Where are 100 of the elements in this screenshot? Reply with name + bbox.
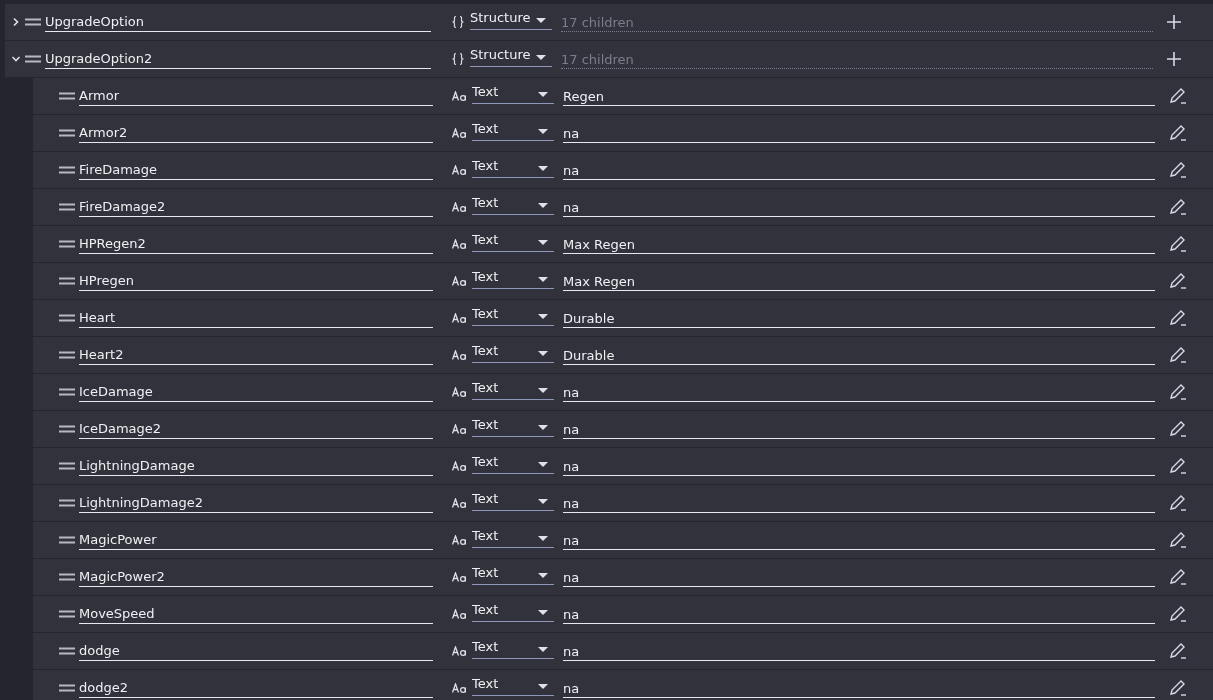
drag-handle-icon[interactable] — [59, 425, 75, 433]
value-field[interactable]: na — [563, 567, 1155, 587]
drag-handle-icon[interactable] — [59, 240, 75, 248]
caret-icon — [538, 239, 548, 245]
type-dropdown[interactable]: Text — [472, 600, 554, 622]
value-field[interactable]: na — [563, 641, 1155, 661]
value-field[interactable]: na — [563, 678, 1155, 698]
edit-icon[interactable] — [1169, 161, 1187, 179]
type-dropdown[interactable]: Text — [472, 674, 554, 696]
value-field[interactable]: na — [563, 197, 1155, 217]
drag-handle-icon[interactable] — [59, 388, 75, 396]
value-field[interactable]: na — [563, 160, 1155, 180]
key-field[interactable]: IceDamage — [79, 382, 433, 402]
chevron-icon[interactable] — [11, 54, 21, 64]
caret-icon — [536, 17, 546, 23]
type-dropdown[interactable]: Text — [472, 230, 554, 252]
key-field[interactable]: FireDamage — [79, 160, 433, 180]
value-field[interactable]: na — [563, 419, 1155, 439]
drag-handle-icon[interactable] — [59, 92, 75, 100]
type-dropdown[interactable]: Text — [472, 526, 554, 548]
type-dropdown[interactable]: Text — [472, 193, 554, 215]
key-field[interactable]: MoveSpeed — [79, 604, 433, 624]
value-field[interactable]: na — [563, 123, 1155, 143]
key-field[interactable]: UpgradeOption — [45, 12, 431, 32]
value-field[interactable]: Durable — [563, 308, 1155, 328]
key-field[interactable]: Armor — [79, 86, 433, 106]
drag-handle-icon[interactable] — [25, 55, 41, 63]
value-field[interactable]: Regen — [563, 86, 1155, 106]
value-field[interactable]: Max Regen — [563, 234, 1155, 254]
key-field[interactable]: dodge — [79, 641, 433, 661]
drag-handle-icon[interactable] — [59, 647, 75, 655]
edit-icon[interactable] — [1169, 679, 1187, 697]
drag-handle-icon[interactable] — [59, 536, 75, 544]
edit-icon[interactable] — [1169, 568, 1187, 586]
key-field[interactable]: UpgradeOption2 — [45, 49, 431, 69]
edit-icon[interactable] — [1169, 605, 1187, 623]
edit-icon[interactable] — [1169, 383, 1187, 401]
key-field[interactable]: IceDamage2 — [79, 419, 433, 439]
key-field[interactable]: FireDamage2 — [79, 197, 433, 217]
drag-handle-icon[interactable] — [59, 203, 75, 211]
drag-handle-icon[interactable] — [59, 462, 75, 470]
drag-handle-icon[interactable] — [59, 277, 75, 285]
chevron-icon[interactable] — [11, 17, 21, 27]
edit-icon[interactable] — [1169, 346, 1187, 364]
drag-handle-icon[interactable] — [59, 684, 75, 692]
key-field[interactable]: Heart — [79, 308, 433, 328]
value-field[interactable]: na — [563, 604, 1155, 624]
value-field[interactable]: na — [563, 382, 1155, 402]
key-field[interactable]: Armor2 — [79, 123, 433, 143]
drag-handle-icon[interactable] — [59, 166, 75, 174]
edit-icon[interactable] — [1169, 309, 1187, 327]
drag-handle-icon[interactable] — [59, 314, 75, 322]
key-field[interactable]: MagicPower — [79, 530, 433, 550]
edit-icon[interactable] — [1169, 494, 1187, 512]
edit-icon[interactable] — [1169, 272, 1187, 290]
key-field[interactable]: HPRegen2 — [79, 234, 433, 254]
type-dropdown[interactable]: Text — [472, 119, 554, 141]
caret-icon — [538, 424, 548, 430]
edit-icon[interactable] — [1169, 124, 1187, 142]
edit-icon[interactable] — [1169, 198, 1187, 216]
drag-handle-icon[interactable] — [25, 18, 41, 26]
type-dropdown[interactable]: Text — [472, 415, 554, 437]
value-field[interactable]: na — [563, 456, 1155, 476]
edit-icon[interactable] — [1169, 457, 1187, 475]
key-field[interactable]: HPregen — [79, 271, 433, 291]
key-field[interactable]: Heart2 — [79, 345, 433, 365]
type-dropdown[interactable]: Text — [472, 341, 554, 363]
type-dropdown[interactable]: Text — [472, 452, 554, 474]
type-dropdown[interactable]: Text — [472, 82, 554, 104]
caret-icon — [538, 387, 548, 393]
caret-icon — [538, 202, 548, 208]
type-dropdown[interactable]: Text — [472, 563, 554, 585]
key-field[interactable]: LightningDamage2 — [79, 493, 433, 513]
drag-handle-icon[interactable] — [59, 499, 75, 507]
edit-icon[interactable] — [1169, 235, 1187, 253]
type-dropdown[interactable]: Text — [472, 637, 554, 659]
edit-icon[interactable] — [1169, 531, 1187, 549]
value-field[interactable]: Max Regen — [563, 271, 1155, 291]
value-field[interactable]: na — [563, 493, 1155, 513]
edit-icon[interactable] — [1169, 87, 1187, 105]
add-icon[interactable] — [1167, 15, 1181, 29]
drag-handle-icon[interactable] — [59, 573, 75, 581]
type-dropdown[interactable]: Structure — [470, 8, 552, 30]
drag-handle-icon[interactable] — [59, 129, 75, 137]
key-field[interactable]: LightningDamage — [79, 456, 433, 476]
type-dropdown[interactable]: Text — [472, 304, 554, 326]
type-dropdown[interactable]: Text — [472, 489, 554, 511]
value-field[interactable]: Durable — [563, 345, 1155, 365]
add-icon[interactable] — [1167, 52, 1181, 66]
type-dropdown[interactable]: Text — [472, 378, 554, 400]
drag-handle-icon[interactable] — [59, 610, 75, 618]
edit-icon[interactable] — [1169, 642, 1187, 660]
edit-icon[interactable] — [1169, 420, 1187, 438]
type-dropdown[interactable]: Text — [472, 267, 554, 289]
key-field[interactable]: MagicPower2 — [79, 567, 433, 587]
key-field[interactable]: dodge2 — [79, 678, 433, 698]
type-dropdown[interactable]: Text — [472, 156, 554, 178]
type-dropdown[interactable]: Structure — [470, 45, 552, 67]
drag-handle-icon[interactable] — [59, 351, 75, 359]
value-field[interactable]: na — [563, 530, 1155, 550]
